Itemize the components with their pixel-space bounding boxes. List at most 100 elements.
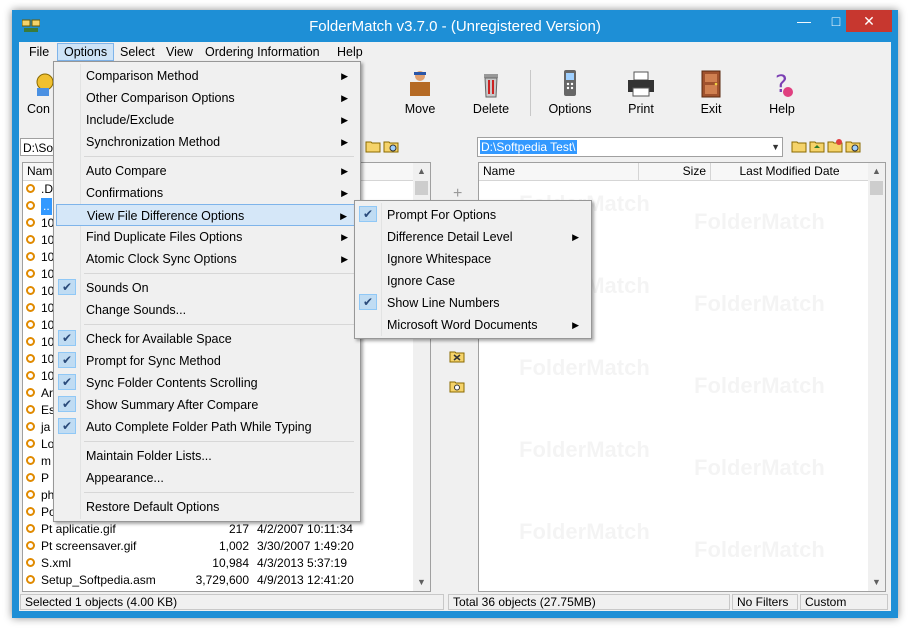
file-icon — [26, 541, 35, 550]
table-row[interactable]: Setup_Softpedia.exe 4,119,251 5/21/2009 10… — [23, 589, 414, 591]
file-icon — [26, 405, 35, 414]
menu-item-label: Appearance... — [86, 471, 164, 485]
menu-item-ignore-whitespace[interactable]: Ignore Whitespace — [357, 248, 587, 270]
delete-button[interactable]: Delete — [460, 66, 522, 120]
menu-item-label: Ignore Whitespace — [387, 252, 492, 266]
menu-item-change-sounds[interactable]: Change Sounds... — [56, 299, 356, 321]
file-icon — [26, 456, 35, 465]
scroll-thumb[interactable] — [870, 181, 883, 195]
menu-options[interactable]: Options — [57, 43, 115, 61]
folder-search-icon[interactable] — [845, 138, 861, 154]
folder-browse-icon[interactable] — [365, 138, 381, 154]
right-column-name[interactable]: Name — [479, 163, 639, 180]
menu-item-label: Auto Compare — [86, 164, 167, 178]
menu-item-other-comparison-options[interactable]: Other Comparison Options ▶ — [56, 87, 356, 109]
watermark-text: FolderMatch — [519, 519, 650, 545]
table-row[interactable]: S.xml 10,984 4/3/2013 5:37:19 — [23, 555, 414, 572]
menu-item-check-for-available-space[interactable]: ✔ Check for Available Space — [56, 328, 356, 350]
menu-item-auto-compare[interactable]: Auto Compare ▶ — [56, 160, 356, 182]
scroll-down-icon[interactable]: ▼ — [868, 574, 885, 591]
submenu-arrow-icon: ▶ — [341, 71, 348, 81]
menu-item-label: Show Summary After Compare — [86, 398, 259, 412]
submenu-arrow-icon: ▶ — [341, 137, 348, 147]
combo-dropdown-icon[interactable]: ▼ — [771, 138, 780, 156]
watermark-text: FolderMatch — [694, 455, 825, 481]
toolbar-separator — [530, 70, 531, 116]
menu-item-prompt-for-options[interactable]: ✔ Prompt For Options — [357, 204, 587, 226]
file-name: ja — [41, 420, 51, 434]
menu-item-show-summary-after-compare[interactable]: ✔ Show Summary After Compare — [56, 394, 356, 416]
menu-ordering-information[interactable]: Ordering Information — [199, 44, 326, 60]
menu-item-maintain-folder-lists[interactable]: Maintain Folder Lists... — [56, 445, 356, 467]
submenu-arrow-icon: ▶ — [572, 320, 579, 330]
menu-item-difference-detail-level[interactable]: Difference Detail Level ▶ — [357, 226, 587, 248]
options-menu: Comparison Method ▶ Other Comparison Optio… — [53, 61, 361, 522]
menu-help[interactable]: Help — [331, 44, 369, 60]
menu-item-view-file-difference-options[interactable]: View File Difference Options ▶ — [56, 204, 356, 226]
file-date: 5/21/2009 10:33:40 — [257, 589, 360, 591]
menu-item-label: Change Sounds... — [86, 303, 187, 317]
exit-button[interactable]: Exit — [680, 66, 742, 120]
menu-item-sounds-on[interactable]: ✔ Sounds On — [56, 277, 356, 299]
menu-item-confirmations[interactable]: Confirmations ▶ — [56, 182, 356, 204]
scroll-down-icon[interactable]: ▼ — [413, 574, 430, 591]
menu-item-appearance[interactable]: Appearance... — [56, 467, 356, 489]
menu-view[interactable]: View — [160, 44, 199, 60]
scroll-thumb[interactable] — [415, 181, 428, 195]
options-button[interactable]: Options — [539, 66, 601, 120]
status-left: Selected 1 objects (4.00 KB) — [20, 594, 444, 610]
table-row[interactable]: Pt aplicatie.gif 217 4/2/2007 10:11:34 — [23, 521, 414, 538]
title-bar[interactable]: FolderMatch v3.7.0 - (Unregistered Versi… — [12, 10, 898, 42]
right-path-text: D:\Softpedia Test\ — [480, 140, 577, 154]
menu-item-include-exclude[interactable]: Include/Exclude ▶ — [56, 109, 356, 131]
file-name: Setup_Softpedia.exe — [41, 589, 152, 591]
exit-label: Exit — [700, 102, 722, 116]
move-button[interactable]: Move — [389, 66, 451, 120]
print-button[interactable]: Print — [610, 66, 672, 120]
menu-item-restore-default-options[interactable]: Restore Default Options — [56, 496, 356, 518]
menu-item-show-line-numbers[interactable]: ✔ Show Line Numbers — [357, 292, 587, 314]
table-row[interactable]: Pt screensaver.gif 1,002 3/30/2007 1:49:20 — [23, 538, 414, 555]
menu-item-label: Atomic Clock Sync Options — [86, 252, 237, 266]
checkmark-icon: ✔ — [359, 206, 377, 222]
file-size: 10,984 — [212, 556, 249, 570]
folder-up-icon[interactable] — [809, 138, 825, 154]
menu-item-microsoft-word-documents[interactable]: Microsoft Word Documents ▶ — [357, 314, 587, 336]
menu-item-sync-folder-contents-scrolling[interactable]: ✔ Sync Folder Contents Scrolling — [56, 372, 356, 394]
right-column-size[interactable]: Size — [639, 163, 711, 180]
file-size: 3,729,600 — [195, 573, 249, 587]
folder-search-icon[interactable] — [383, 138, 399, 154]
menu-item-comparison-method[interactable]: Comparison Method ▶ — [56, 65, 356, 87]
file-size: 1,002 — [218, 539, 249, 553]
table-row[interactable]: Setup_Softpedia.asm 3,729,600 4/9/2013 12:… — [23, 572, 414, 589]
menu-select[interactable]: Select — [114, 44, 161, 60]
menu-item-ignore-case[interactable]: Ignore Case — [357, 270, 587, 292]
folder-delete-icon[interactable] — [449, 349, 465, 363]
minimize-button[interactable]: — — [788, 10, 820, 32]
scroll-up-icon[interactable]: ▲ — [868, 163, 885, 180]
watermark-text: FolderMatch — [694, 291, 825, 317]
checkmark-icon: ✔ — [58, 396, 76, 412]
menu-item-label: Auto Complete Folder Path While Typing — [86, 420, 312, 434]
file-icon — [26, 371, 35, 380]
menu-file[interactable]: File — [23, 44, 55, 60]
folder-new-icon[interactable] — [827, 138, 843, 154]
folder-open-icon[interactable] — [791, 138, 807, 154]
menu-item-find-duplicate-files-options[interactable]: Find Duplicate Files Options ▶ — [56, 226, 356, 248]
close-button[interactable]: ✕ — [846, 10, 892, 32]
left-path-input[interactable]: D:\Sof — [20, 138, 56, 156]
scroll-up-icon[interactable]: ▲ — [413, 163, 430, 180]
submenu-arrow-icon: ▶ — [341, 93, 348, 103]
right-path-combo[interactable]: D:\Softpedia Test\ ▼ — [477, 137, 783, 157]
file-name: Pt aplicatie.gif — [41, 522, 116, 536]
help-button[interactable]: ? Help — [751, 66, 813, 120]
folder-camera-icon[interactable] — [449, 379, 465, 393]
menu-item-synchronization-method[interactable]: Synchronization Method ▶ — [56, 131, 356, 153]
menu-item-prompt-for-sync-method[interactable]: ✔ Prompt for Sync Method — [56, 350, 356, 372]
menu-item-auto-complete-folder-path-while-typing[interactable]: ✔ Auto Complete Folder Path While Typing — [56, 416, 356, 438]
submenu-arrow-icon: ▶ — [572, 232, 579, 242]
right-column-date[interactable]: Last Modified Date — [711, 163, 869, 180]
right-scrollbar[interactable]: ▲ ▼ — [868, 163, 885, 591]
menu-item-atomic-clock-sync-options[interactable]: Atomic Clock Sync Options ▶ — [56, 248, 356, 270]
file-difference-submenu: ✔ Prompt For Options Difference Detail Lev… — [354, 200, 592, 339]
